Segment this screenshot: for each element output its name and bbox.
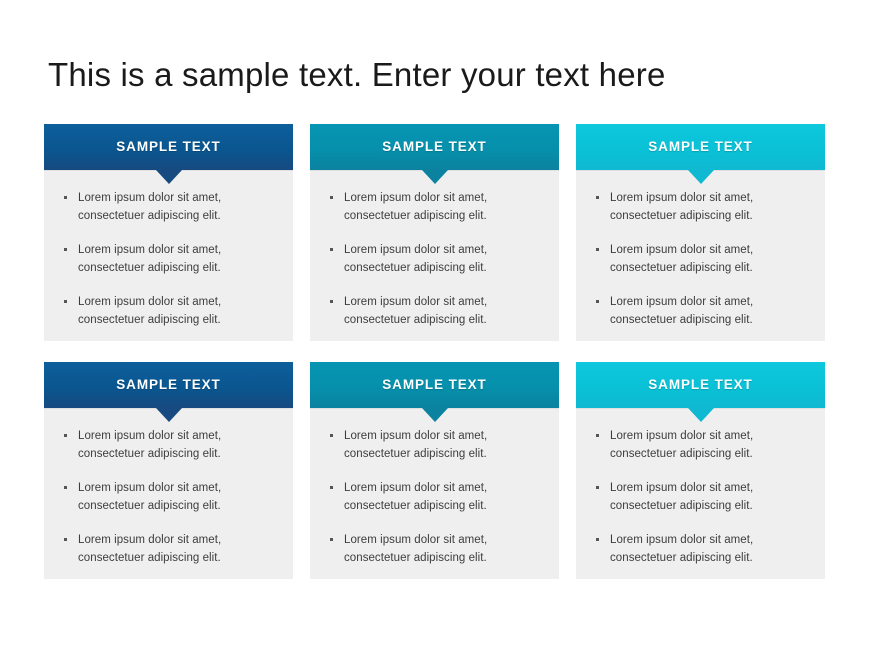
card-header-title: SAMPLE TEXT: [116, 377, 221, 393]
bullet-dot-icon: [330, 248, 333, 251]
bullet-dot-icon: [330, 434, 333, 437]
list-item: Lorem ipsum dolor sit amet, consectetuer…: [586, 532, 809, 567]
card-body: Lorem ipsum dolor sit amet, consectetuer…: [576, 408, 825, 579]
list-item: Lorem ipsum dolor sit amet, consectetuer…: [586, 428, 809, 463]
slide-canvas: This is a sample text. Enter your text h…: [0, 0, 870, 653]
bullet-list: Lorem ipsum dolor sit amet, consectetuer…: [586, 190, 809, 329]
list-item-text: Lorem ipsum dolor sit amet, consectetuer…: [344, 482, 488, 512]
bullet-dot-icon: [596, 248, 599, 251]
list-item: Lorem ipsum dolor sit amet, consectetuer…: [54, 190, 277, 225]
card-body: Lorem ipsum dolor sit amet, consectetuer…: [44, 408, 293, 579]
list-item: Lorem ipsum dolor sit amet, consectetuer…: [54, 480, 277, 515]
card-header[interactable]: SAMPLE TEXT: [310, 124, 559, 184]
card[interactable]: SAMPLE TEXT Lorem ipsum dolor sit amet, …: [44, 124, 293, 341]
list-item-text: Lorem ipsum dolor sit amet, consectetuer…: [610, 482, 754, 512]
list-item: Lorem ipsum dolor sit amet, consectetuer…: [586, 242, 809, 277]
page-title: This is a sample text. Enter your text h…: [48, 56, 666, 93]
card-body: Lorem ipsum dolor sit amet, consectetuer…: [576, 170, 825, 341]
list-item: Lorem ipsum dolor sit amet, consectetuer…: [54, 428, 277, 463]
list-item: Lorem ipsum dolor sit amet, consectetuer…: [586, 480, 809, 515]
list-item-text: Lorem ipsum dolor sit amet, consectetuer…: [344, 296, 488, 326]
card-grid: SAMPLE TEXT Lorem ipsum dolor sit amet, …: [44, 124, 825, 579]
list-item: Lorem ipsum dolor sit amet, consectetuer…: [320, 480, 543, 515]
bullet-dot-icon: [330, 486, 333, 489]
bullet-dot-icon: [596, 196, 599, 199]
card-header[interactable]: SAMPLE TEXT: [44, 124, 293, 184]
card-notch-icon: [687, 170, 714, 184]
card-header-title: SAMPLE TEXT: [382, 139, 487, 155]
card-header[interactable]: SAMPLE TEXT: [310, 362, 559, 422]
card-header[interactable]: SAMPLE TEXT: [576, 362, 825, 422]
bullet-dot-icon: [64, 248, 67, 251]
list-item: Lorem ipsum dolor sit amet, consectetuer…: [54, 294, 277, 329]
bullet-dot-icon: [596, 434, 599, 437]
card-notch-icon: [687, 408, 714, 422]
list-item-text: Lorem ipsum dolor sit amet, consectetuer…: [610, 192, 754, 222]
list-item: Lorem ipsum dolor sit amet, consectetuer…: [320, 428, 543, 463]
list-item-text: Lorem ipsum dolor sit amet, consectetuer…: [344, 192, 488, 222]
list-item-text: Lorem ipsum dolor sit amet, consectetuer…: [78, 534, 222, 564]
bullet-list: Lorem ipsum dolor sit amet, consectetuer…: [54, 428, 277, 567]
list-item-text: Lorem ipsum dolor sit amet, consectetuer…: [78, 192, 222, 222]
card-body: Lorem ipsum dolor sit amet, consectetuer…: [44, 170, 293, 341]
card-notch-icon: [421, 408, 448, 422]
list-item-text: Lorem ipsum dolor sit amet, consectetuer…: [344, 244, 488, 274]
card[interactable]: SAMPLE TEXT Lorem ipsum dolor sit amet, …: [44, 362, 293, 579]
card-header[interactable]: SAMPLE TEXT: [44, 362, 293, 422]
bullet-dot-icon: [596, 486, 599, 489]
bullet-dot-icon: [330, 300, 333, 303]
list-item-text: Lorem ipsum dolor sit amet, consectetuer…: [78, 430, 222, 460]
card-header-title: SAMPLE TEXT: [648, 377, 753, 393]
list-item: Lorem ipsum dolor sit amet, consectetuer…: [586, 190, 809, 225]
list-item-text: Lorem ipsum dolor sit amet, consectetuer…: [610, 430, 754, 460]
bullet-list: Lorem ipsum dolor sit amet, consectetuer…: [586, 428, 809, 567]
card-body: Lorem ipsum dolor sit amet, consectetuer…: [310, 408, 559, 579]
list-item-text: Lorem ipsum dolor sit amet, consectetuer…: [78, 244, 222, 274]
bullet-dot-icon: [596, 300, 599, 303]
bullet-list: Lorem ipsum dolor sit amet, consectetuer…: [320, 190, 543, 329]
card-notch-icon: [421, 170, 448, 184]
list-item: Lorem ipsum dolor sit amet, consectetuer…: [586, 294, 809, 329]
list-item: Lorem ipsum dolor sit amet, consectetuer…: [320, 294, 543, 329]
card[interactable]: SAMPLE TEXT Lorem ipsum dolor sit amet, …: [576, 124, 825, 341]
card-header-title: SAMPLE TEXT: [116, 139, 221, 155]
bullet-dot-icon: [596, 538, 599, 541]
list-item: Lorem ipsum dolor sit amet, consectetuer…: [320, 190, 543, 225]
bullet-list: Lorem ipsum dolor sit amet, consectetuer…: [320, 428, 543, 567]
bullet-dot-icon: [64, 300, 67, 303]
list-item: Lorem ipsum dolor sit amet, consectetuer…: [320, 532, 543, 567]
list-item-text: Lorem ipsum dolor sit amet, consectetuer…: [610, 244, 754, 274]
card-header-title: SAMPLE TEXT: [382, 377, 487, 393]
list-item-text: Lorem ipsum dolor sit amet, consectetuer…: [610, 534, 754, 564]
list-item-text: Lorem ipsum dolor sit amet, consectetuer…: [344, 534, 488, 564]
list-item-text: Lorem ipsum dolor sit amet, consectetuer…: [610, 296, 754, 326]
bullet-dot-icon: [64, 538, 67, 541]
card[interactable]: SAMPLE TEXT Lorem ipsum dolor sit amet, …: [576, 362, 825, 579]
list-item: Lorem ipsum dolor sit amet, consectetuer…: [54, 242, 277, 277]
list-item-text: Lorem ipsum dolor sit amet, consectetuer…: [344, 430, 488, 460]
card[interactable]: SAMPLE TEXT Lorem ipsum dolor sit amet, …: [310, 124, 559, 341]
list-item-text: Lorem ipsum dolor sit amet, consectetuer…: [78, 482, 222, 512]
card-header-title: SAMPLE TEXT: [648, 139, 753, 155]
card-notch-icon: [155, 408, 182, 422]
list-item: Lorem ipsum dolor sit amet, consectetuer…: [320, 242, 543, 277]
card[interactable]: SAMPLE TEXT Lorem ipsum dolor sit amet, …: [310, 362, 559, 579]
bullet-dot-icon: [64, 486, 67, 489]
bullet-dot-icon: [64, 434, 67, 437]
list-item-text: Lorem ipsum dolor sit amet, consectetuer…: [78, 296, 222, 326]
bullet-dot-icon: [330, 196, 333, 199]
card-notch-icon: [155, 170, 182, 184]
card-body: Lorem ipsum dolor sit amet, consectetuer…: [310, 170, 559, 341]
bullet-dot-icon: [330, 538, 333, 541]
bullet-list: Lorem ipsum dolor sit amet, consectetuer…: [54, 190, 277, 329]
card-header[interactable]: SAMPLE TEXT: [576, 124, 825, 184]
list-item: Lorem ipsum dolor sit amet, consectetuer…: [54, 532, 277, 567]
bullet-dot-icon: [64, 196, 67, 199]
